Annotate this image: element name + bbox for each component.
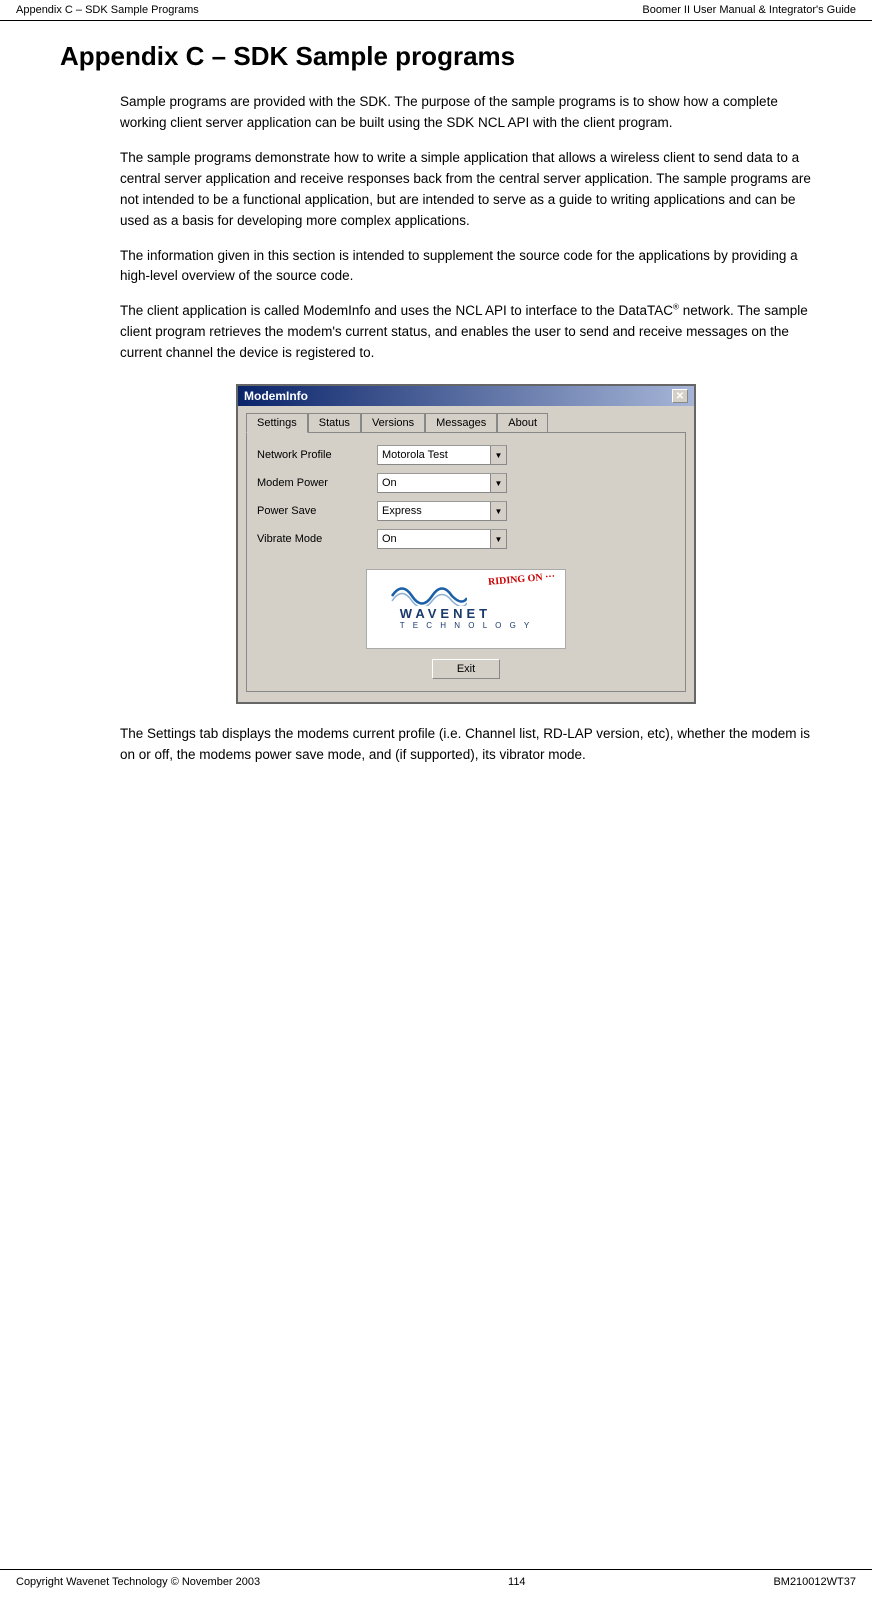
dropdown-vibrate-mode-arrow[interactable]: ▼ xyxy=(490,530,506,548)
tab-messages[interactable]: Messages xyxy=(425,413,497,433)
modeminfo-window: ModemInfo ✕ Settings Status Versions Mes… xyxy=(236,384,696,704)
page-header: Appendix C – SDK Sample Programs Boomer … xyxy=(0,0,872,21)
paragraph-4: The client application is called ModemIn… xyxy=(120,301,812,364)
footer-center: 114 xyxy=(508,1576,526,1588)
label-vibrate-mode: Vibrate Mode xyxy=(257,533,377,545)
paragraph-2: The sample programs demonstrate how to w… xyxy=(120,148,812,232)
label-modem-power: Modem Power xyxy=(257,477,377,489)
dropdown-modem-power[interactable]: On ▼ xyxy=(377,473,507,493)
dropdown-power-save-value: Express xyxy=(378,504,490,518)
wavenet-logo: RIDING ON ··· WAVENET T E C H N O L O G … xyxy=(366,569,566,649)
dropdown-power-save[interactable]: Express ▼ xyxy=(377,501,507,521)
form-row-power-save: Power Save Express ▼ xyxy=(257,501,675,521)
tab-versions[interactable]: Versions xyxy=(361,413,425,433)
brand-name: WAVENET xyxy=(400,606,532,621)
tab-bar: Settings Status Versions Messages About xyxy=(246,412,686,432)
dropdown-network-profile-value: Motorola Test xyxy=(378,448,490,462)
dropdown-modem-power-arrow[interactable]: ▼ xyxy=(490,474,506,492)
dropdown-network-profile-arrow[interactable]: ▼ xyxy=(490,446,506,464)
footer-right: BM210012WT37 xyxy=(773,1576,856,1588)
page-footer: Copyright Wavenet Technology © November … xyxy=(0,1569,872,1594)
exit-button-row: Exit xyxy=(257,659,675,679)
page-content: Appendix C – SDK Sample programs Sample … xyxy=(0,21,872,840)
body-text: Sample programs are provided with the SD… xyxy=(120,92,812,766)
dropdown-power-save-arrow[interactable]: ▼ xyxy=(490,502,506,520)
paragraph-5: The Settings tab displays the modems cur… xyxy=(120,724,812,766)
dropdown-network-profile[interactable]: Motorola Test ▼ xyxy=(377,445,507,465)
label-power-save: Power Save xyxy=(257,505,377,517)
form-row-vibrate-mode: Vibrate Mode On ▼ xyxy=(257,529,675,549)
window-titlebar: ModemInfo ✕ xyxy=(238,386,694,406)
dropdown-vibrate-mode[interactable]: On ▼ xyxy=(377,529,507,549)
window-close-button[interactable]: ✕ xyxy=(672,389,688,403)
header-left: Appendix C – SDK Sample Programs xyxy=(16,4,199,16)
form-row-modem-power: Modem Power On ▼ xyxy=(257,473,675,493)
dropdown-modem-power-value: On xyxy=(378,476,490,490)
page-title: Appendix C – SDK Sample programs xyxy=(60,41,812,72)
dropdown-vibrate-mode-value: On xyxy=(378,532,490,546)
tab-status[interactable]: Status xyxy=(308,413,361,433)
wave-graphic xyxy=(387,576,467,606)
header-right: Boomer II User Manual & Integrator's Gui… xyxy=(642,4,856,16)
footer-left: Copyright Wavenet Technology © November … xyxy=(16,1576,260,1588)
riding-on-text: RIDING ON ··· xyxy=(487,571,555,588)
label-network-profile: Network Profile xyxy=(257,449,377,461)
tab-about[interactable]: About xyxy=(497,413,548,433)
window-title: ModemInfo xyxy=(244,389,308,403)
form-row-network-profile: Network Profile Motorola Test ▼ xyxy=(257,445,675,465)
paragraph-3: The information given in this section is… xyxy=(120,246,812,288)
window-body: Settings Status Versions Messages About … xyxy=(238,406,694,702)
brand-subtitle: T E C H N O L O G Y xyxy=(400,621,532,630)
tab-settings[interactable]: Settings xyxy=(246,413,308,433)
tab-content-settings: Network Profile Motorola Test ▼ Modem Po… xyxy=(246,432,686,692)
exit-button[interactable]: Exit xyxy=(432,659,500,679)
paragraph-1: Sample programs are provided with the SD… xyxy=(120,92,812,134)
